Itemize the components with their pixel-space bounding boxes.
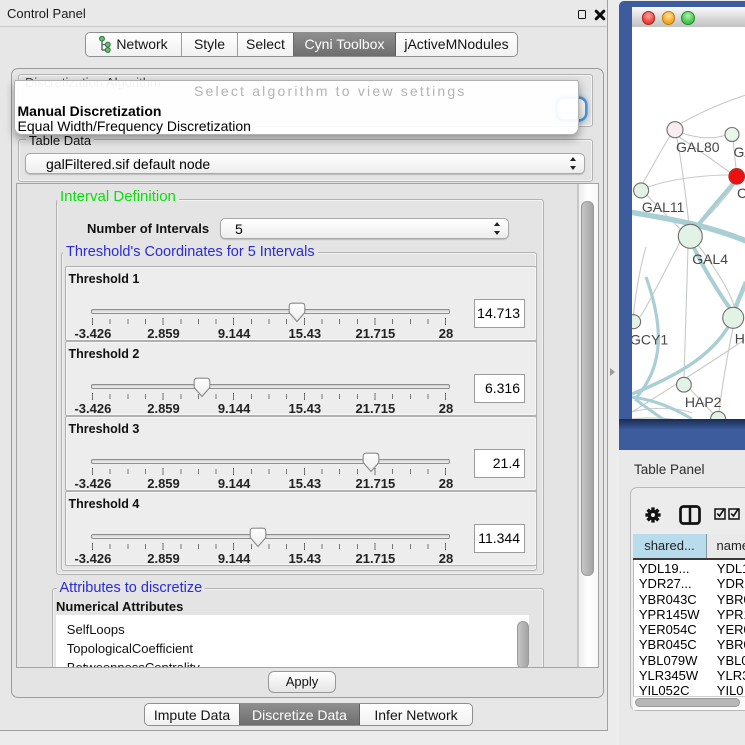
svg-text:GAL11: GAL11 xyxy=(642,199,685,215)
svg-text:GA: GA xyxy=(734,144,745,160)
svg-text:GCY1: GCY1 xyxy=(632,332,668,348)
svg-text:C: C xyxy=(737,185,745,201)
svg-text:H: H xyxy=(735,331,745,347)
svg-text:GAL80: GAL80 xyxy=(676,139,720,155)
svg-text:GAL4: GAL4 xyxy=(692,251,728,267)
svg-text:HAP2: HAP2 xyxy=(685,394,722,410)
